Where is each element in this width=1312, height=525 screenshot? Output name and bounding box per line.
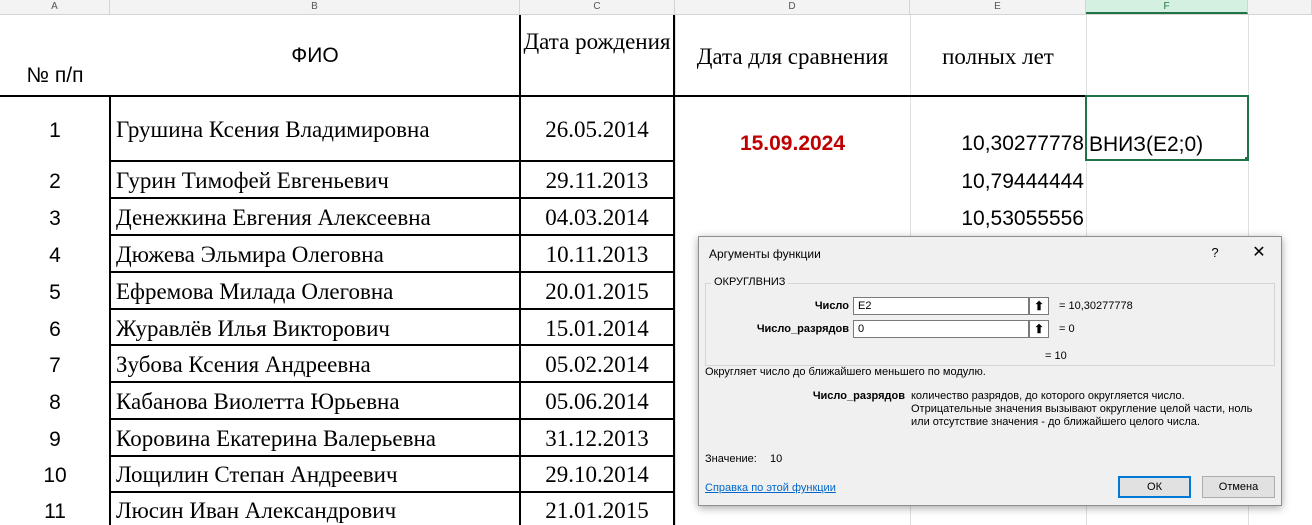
row-4-num[interactable]: 4 [0, 244, 110, 268]
arg1-label: Число [814, 300, 849, 312]
header-years[interactable]: полных лет [910, 44, 1086, 70]
help-button[interactable]: ? [1203, 243, 1227, 263]
row-9-date[interactable]: 31.12.2013 [521, 426, 673, 452]
function-name: ОКРУГЛВНИЗ [711, 276, 789, 288]
param-desc-3: или отсутствие значения - до ближайшего … [911, 416, 1200, 428]
row-10-num[interactable]: 10 [0, 464, 110, 488]
row-3-name[interactable]: Денежкина Евгения Алексеевна [116, 205, 516, 231]
row-7-num[interactable]: 7 [0, 354, 110, 378]
row-8-name[interactable]: Кабанова Виолетта Юрьевна [116, 389, 516, 415]
row-1-name[interactable]: Грушина Ксения Владимировна [116, 117, 516, 143]
column-header-c[interactable]: C [520, 0, 675, 14]
header-num[interactable]: № п/п [0, 64, 110, 88]
param-desc-1: количество разрядов, до которого округля… [911, 390, 1185, 402]
column-header-a[interactable]: A [0, 0, 110, 14]
row-2-date[interactable]: 29.11.2013 [521, 168, 673, 194]
function-arguments-dialog: Аргументы функции ? ✕ ОКРУГЛВНИЗ Число E… [698, 236, 1282, 506]
fill-handle[interactable] [1244, 156, 1247, 159]
row-10-name[interactable]: Лощилин Степан Андреевич [116, 462, 516, 488]
column-header-b[interactable]: B [110, 0, 520, 14]
active-cell-f2[interactable]: ВНИЗ(E2;0) [1085, 95, 1249, 161]
row-6-num[interactable]: 6 [0, 318, 110, 342]
row-3-date[interactable]: 04.03.2014 [521, 205, 673, 231]
row-5-num[interactable]: 5 [0, 281, 110, 305]
row-9-name[interactable]: Коровина Екатерина Валерьевна [116, 426, 516, 452]
value-label: Значение: [705, 453, 757, 465]
column-header-d[interactable]: D [675, 0, 910, 14]
row-8-num[interactable]: 8 [0, 391, 110, 415]
row-11-num[interactable]: 11 [0, 500, 110, 524]
row-2-name[interactable]: Гурин Тимофей Евгеньевич [116, 168, 516, 194]
row-5-name[interactable]: Ефремова Милада Олеговна [116, 279, 516, 305]
row-11-name[interactable]: Люсин Иван Александрович [116, 498, 516, 524]
row-7-name[interactable]: Зубова Ксения Андреевна [116, 352, 516, 378]
row-7-date[interactable]: 05.02.2014 [521, 352, 673, 378]
row-10-date[interactable]: 29.10.2014 [521, 462, 673, 488]
dialog-title: Аргументы функции [709, 247, 821, 261]
compare-date[interactable]: 15.09.2024 [675, 132, 910, 156]
row-2-years[interactable]: 10,79444444 [910, 170, 1084, 194]
arg2-label: Число_разрядов [756, 323, 849, 335]
row-3-num[interactable]: 3 [0, 207, 110, 231]
row-4-date[interactable]: 10.11.2013 [521, 242, 673, 268]
row-9-num[interactable]: 9 [0, 428, 110, 452]
column-header-e[interactable]: E [910, 0, 1086, 14]
close-button[interactable]: ✕ [1247, 243, 1271, 263]
param-desc-2: Отрицательные значения вызывают округлен… [911, 403, 1253, 415]
help-link[interactable]: Справка по этой функции [705, 482, 836, 494]
row-5-date[interactable]: 20.01.2015 [521, 279, 673, 305]
row-3-years[interactable]: 10,53055556 [910, 207, 1084, 231]
column-header-f[interactable]: F [1086, 0, 1248, 14]
value-result: 10 [770, 453, 783, 465]
row-1-num[interactable]: 1 [0, 119, 110, 143]
header-compare[interactable]: Дата для сравнения [675, 44, 910, 70]
row-6-name[interactable]: Журавлёв Илья Викторович [116, 316, 516, 342]
arg1-collapse-icon[interactable]: ⬆ [1029, 297, 1049, 315]
function-description: Округляет число до ближайшего меньшего п… [705, 366, 986, 378]
param-name: Число_разрядов [812, 390, 905, 402]
column-header-bar: A B C D E F [0, 0, 1312, 15]
formula-edit-text: ВНИЗ(E2;0) [1089, 133, 1204, 156]
arg2-input[interactable]: 0 [853, 320, 1029, 338]
arg2-result: = 0 [1059, 323, 1075, 335]
row-1-date[interactable]: 26.05.2014 [521, 117, 673, 143]
arg1-result: = 10,30277778 [1059, 300, 1133, 312]
header-birth[interactable]: Дата рождения [521, 26, 673, 92]
row-1-years[interactable]: 10,30277778 [910, 132, 1084, 156]
row-8-date[interactable]: 05.06.2014 [521, 389, 673, 415]
cancel-button[interactable]: Отмена [1202, 476, 1275, 498]
formula-result: = 10 [1045, 350, 1067, 362]
row-6-date[interactable]: 15.01.2014 [521, 316, 673, 342]
header-fio[interactable]: ФИО [110, 44, 520, 68]
row-11-date[interactable]: 21.01.2015 [521, 498, 673, 524]
column-header-g[interactable] [1248, 0, 1312, 14]
ok-button[interactable]: ОК [1118, 476, 1191, 498]
arg2-collapse-icon[interactable]: ⬆ [1029, 320, 1049, 338]
row-2-num[interactable]: 2 [0, 170, 110, 194]
arg1-input[interactable]: E2 [853, 297, 1029, 315]
row-4-name[interactable]: Дюжева Эльмира Олеговна [116, 242, 516, 268]
